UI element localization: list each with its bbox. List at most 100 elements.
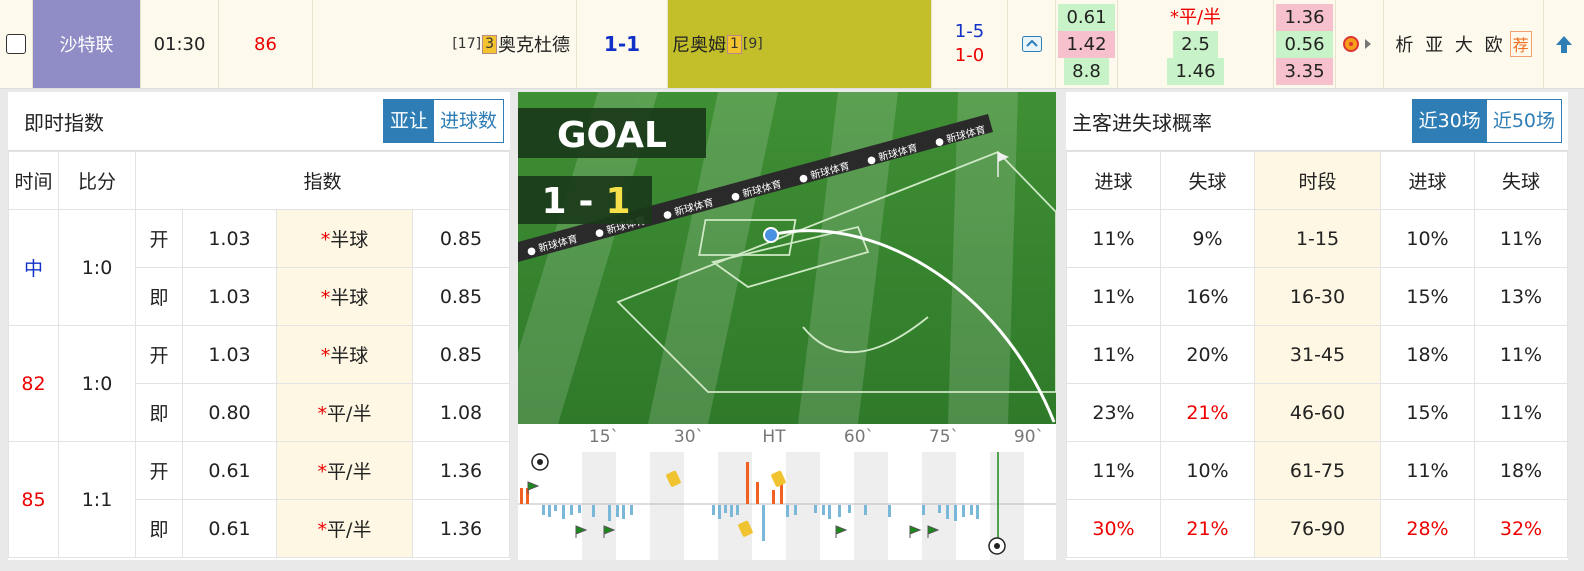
odds-away: 0.85 — [412, 267, 510, 326]
timeline-label: 30` — [674, 427, 704, 447]
ball-icon — [763, 227, 779, 243]
pin-top-icon[interactable] — [1554, 34, 1574, 54]
match-checkbox[interactable] — [6, 34, 26, 54]
period: 61-75 — [1254, 441, 1381, 500]
league-label[interactable]: 沙特联 — [33, 0, 141, 88]
recommend-badge[interactable]: 荐 — [1509, 31, 1532, 57]
goal-ball-icon — [988, 537, 1006, 555]
odds-home: 0.61 — [182, 441, 277, 500]
corner-flag-icon — [835, 525, 848, 538]
timeline-label: 60` — [844, 427, 874, 447]
away-concede-rate: 32% — [1474, 499, 1568, 558]
home-goal-rate: 11% — [1066, 267, 1161, 326]
odds-type: 即 — [135, 383, 183, 442]
away-team-cell[interactable]: 尼奥姆 1 [9] — [668, 0, 932, 88]
corner-flag-icon — [527, 481, 540, 494]
goal-text: GOAL — [557, 115, 667, 156]
away-concede-rate: 11% — [1474, 209, 1568, 268]
live-odds-panel: 即时指数 亚让 进球数 时间 比分 指数 中 1:0 开 1.03 *半球 0.… — [8, 92, 510, 560]
away-goal-rate: 15% — [1380, 383, 1475, 442]
home-goal-rate: 11% — [1066, 325, 1161, 384]
column-header: 进球 — [1380, 151, 1475, 210]
odds-value: 2.5 — [1173, 30, 1218, 58]
home-yellow-card-count: 3 — [482, 34, 497, 54]
pitch-graphic: ● 新球体育● 新球体育● 新球体育● 新球体育● 新球体育● 新球体育● 新球… — [518, 92, 1056, 424]
play-animation-icon[interactable] — [1342, 35, 1377, 53]
panel-title: 即时指数 — [24, 110, 104, 135]
match-score[interactable]: 1-1 — [577, 0, 668, 88]
column-header: 进球 — [1066, 151, 1161, 210]
analysis-links[interactable]: 析 亚 大 欧 荐 — [1384, 0, 1544, 88]
odds-value: 1.46 — [1167, 57, 1224, 85]
away-goal-rate: 18% — [1380, 325, 1475, 384]
odds-value: 1.42 — [1058, 30, 1115, 58]
table-header-row: 进球 失球 时段 进球 失球 — [1066, 151, 1568, 210]
away-rank: [9] — [742, 36, 763, 52]
live-odds-header: 即时指数 亚让 进球数 — [8, 92, 510, 151]
away-goal-rate: 28% — [1380, 499, 1475, 558]
timeline-label: HT — [762, 427, 786, 447]
odds-line: *半球 — [276, 209, 413, 268]
column-header: 指数 — [135, 151, 510, 210]
odds-line: *平/半 — [276, 441, 413, 500]
home-concede-rate: 20% — [1160, 325, 1255, 384]
table-row: 中 1:0 开 1.03 *半球 0.85 — [8, 209, 510, 326]
pitch-score-home: 1 — [541, 181, 566, 222]
odds-type-tabs[interactable]: 亚让 进球数 — [382, 99, 504, 143]
odds-line: *半球 — [276, 325, 413, 384]
home-goal-rate: 11% — [1066, 209, 1161, 268]
handicap-line: *平/半 — [1169, 6, 1222, 28]
away-team-name[interactable]: 尼奥姆 — [672, 31, 726, 57]
match-minute: 86 — [219, 0, 313, 88]
odds-value: 0.61 — [1058, 3, 1115, 31]
home-concede-rate: 21% — [1160, 383, 1255, 442]
odds-type: 开 — [135, 325, 183, 384]
odds-line: *平/半 — [276, 499, 413, 558]
half-score-second: 1-0 — [954, 45, 985, 66]
away-concede-rate: 11% — [1474, 383, 1568, 442]
odds-type: 即 — [135, 499, 183, 558]
home-rank: [17] — [452, 36, 482, 52]
collapse-up-icon[interactable] — [1021, 36, 1042, 52]
home-team-name[interactable]: 奥克杜德 — [498, 31, 570, 57]
odds-away: 1.36 — [412, 441, 510, 500]
column-header: 失球 — [1474, 151, 1568, 210]
goal-probability-panel: 主客进失球概率 近30场 近50场 进球 失球 时段 进球 失球 11% 9% … — [1066, 92, 1568, 560]
odds-away: 1.36 — [412, 499, 510, 558]
tab-asian-handicap[interactable]: 亚让 — [383, 100, 434, 142]
odds-away: 1.08 — [412, 383, 510, 442]
column-header: 比分 — [58, 151, 136, 210]
away-concede-rate: 11% — [1474, 325, 1568, 384]
tab-last-30[interactable]: 近30场 — [1412, 100, 1487, 142]
odds-score: 1:0 — [58, 209, 136, 326]
analysis-links-text[interactable]: 析 亚 大 欧 — [1395, 31, 1505, 57]
odds-value: 1.36 — [1276, 3, 1333, 31]
period: 1-15 — [1254, 209, 1381, 268]
odds-home: 1.03 — [182, 267, 277, 326]
timeline-label: 75` — [929, 427, 959, 447]
expand-cell[interactable] — [1008, 0, 1056, 88]
odds-time: 82 — [8, 325, 59, 442]
tab-last-50[interactable]: 近50场 — [1486, 100, 1561, 142]
away-goal-rate: 10% — [1380, 209, 1475, 268]
sample-size-tabs[interactable]: 近30场 近50场 — [1411, 99, 1562, 143]
live-pitch-animation[interactable]: ● 新球体育 ● 新球体育 ● 新球体育 ● 新球体育 ● 新球体育 ● 新球体育 ● 新球… — [518, 92, 1056, 560]
home-concede-rate: 9% — [1160, 209, 1255, 268]
match-timeline[interactable]: 15` 30` HT 60` 75` 90` — [518, 424, 1056, 560]
away-concede-rate: 13% — [1474, 267, 1568, 326]
pin-cell[interactable] — [1544, 0, 1584, 88]
period: 46-60 — [1254, 383, 1381, 442]
home-concede-rate: 21% — [1160, 499, 1255, 558]
yellow-card-icon — [771, 470, 786, 487]
tab-goals[interactable]: 进球数 — [433, 100, 503, 142]
odds-time: 85 — [8, 441, 59, 558]
home-team-cell[interactable]: [17] 3 奥克杜德 — [313, 0, 577, 88]
match-select[interactable] — [0, 0, 33, 88]
odds-home: 0.80 — [182, 383, 277, 442]
match-row[interactable]: 沙特联 01:30 86 [17] 3 奥克杜德 1-1 尼奥姆 1 [9] 1… — [0, 0, 1584, 89]
away-yellow-card-count: 1 — [727, 34, 742, 54]
live-animation-cell[interactable] — [1336, 0, 1384, 88]
goal-ball-icon — [531, 453, 549, 471]
column-header: 时段 — [1254, 151, 1381, 210]
timeline-label: 90` — [1014, 427, 1044, 447]
